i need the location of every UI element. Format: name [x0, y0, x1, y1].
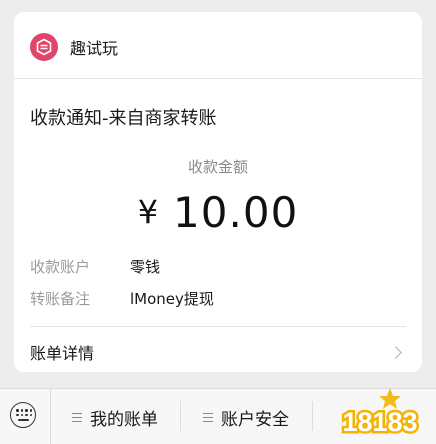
amount-label: 收款金额 — [187, 158, 248, 176]
watermark-logo: 18183 — [330, 384, 430, 440]
divider — [180, 401, 181, 431]
bill-details-label: 账单详情 — [30, 344, 95, 363]
menu-label: 账户安全 — [221, 410, 289, 430]
divider — [50, 389, 51, 444]
divider — [14, 78, 422, 79]
app-logo-icon — [30, 33, 58, 61]
currency-symbol: ¥ — [137, 193, 160, 231]
menu-item-account-security[interactable]: 账户安全 — [203, 405, 289, 430]
bill-details-link[interactable]: 账单详情 — [30, 340, 406, 364]
amount-value: ¥10.00 — [14, 188, 422, 237]
info-row-remark: 转账备注 lMoney提现 — [30, 288, 214, 309]
menu-item-my-bills[interactable]: 我的账单 — [72, 405, 158, 430]
info-row-account: 收款账户 零钱 — [30, 256, 160, 277]
menu-icon — [203, 410, 213, 425]
info-key: 收款账户 — [30, 258, 91, 276]
app-name: 趣试玩 — [70, 39, 119, 58]
amount-number: 10.00 — [173, 188, 299, 237]
divider — [312, 401, 313, 431]
keyboard-icon[interactable] — [10, 402, 36, 428]
divider — [30, 326, 406, 327]
card-header[interactable]: 趣试玩 — [30, 32, 118, 62]
info-key: 转账备注 — [30, 290, 91, 308]
notice-title: 收款通知-来自商家转账 — [30, 108, 217, 129]
menu-icon — [72, 410, 82, 425]
info-value: lMoney提现 — [130, 290, 214, 308]
svg-text:18183: 18183 — [342, 407, 417, 437]
info-value: 零钱 — [130, 258, 161, 276]
menu-label: 我的账单 — [90, 410, 158, 430]
chevron-right-icon — [389, 345, 402, 359]
notification-card: 趣试玩 收款通知-来自商家转账 收款金额 ¥10.00 收款账户 零钱 转账备注… — [14, 12, 422, 372]
